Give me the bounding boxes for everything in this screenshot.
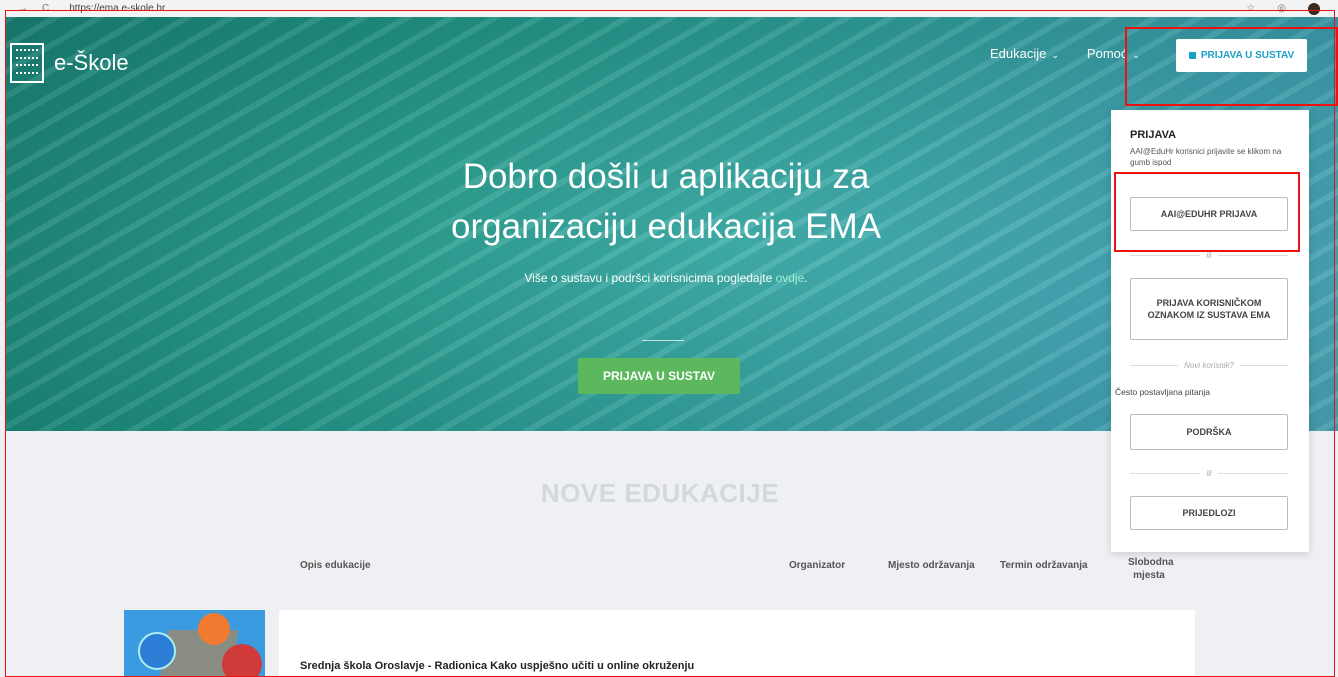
- annotation-frame: [5, 10, 1335, 677]
- annotation-box-aai: [1114, 172, 1300, 252]
- annotation-box-login-button: [1125, 27, 1338, 106]
